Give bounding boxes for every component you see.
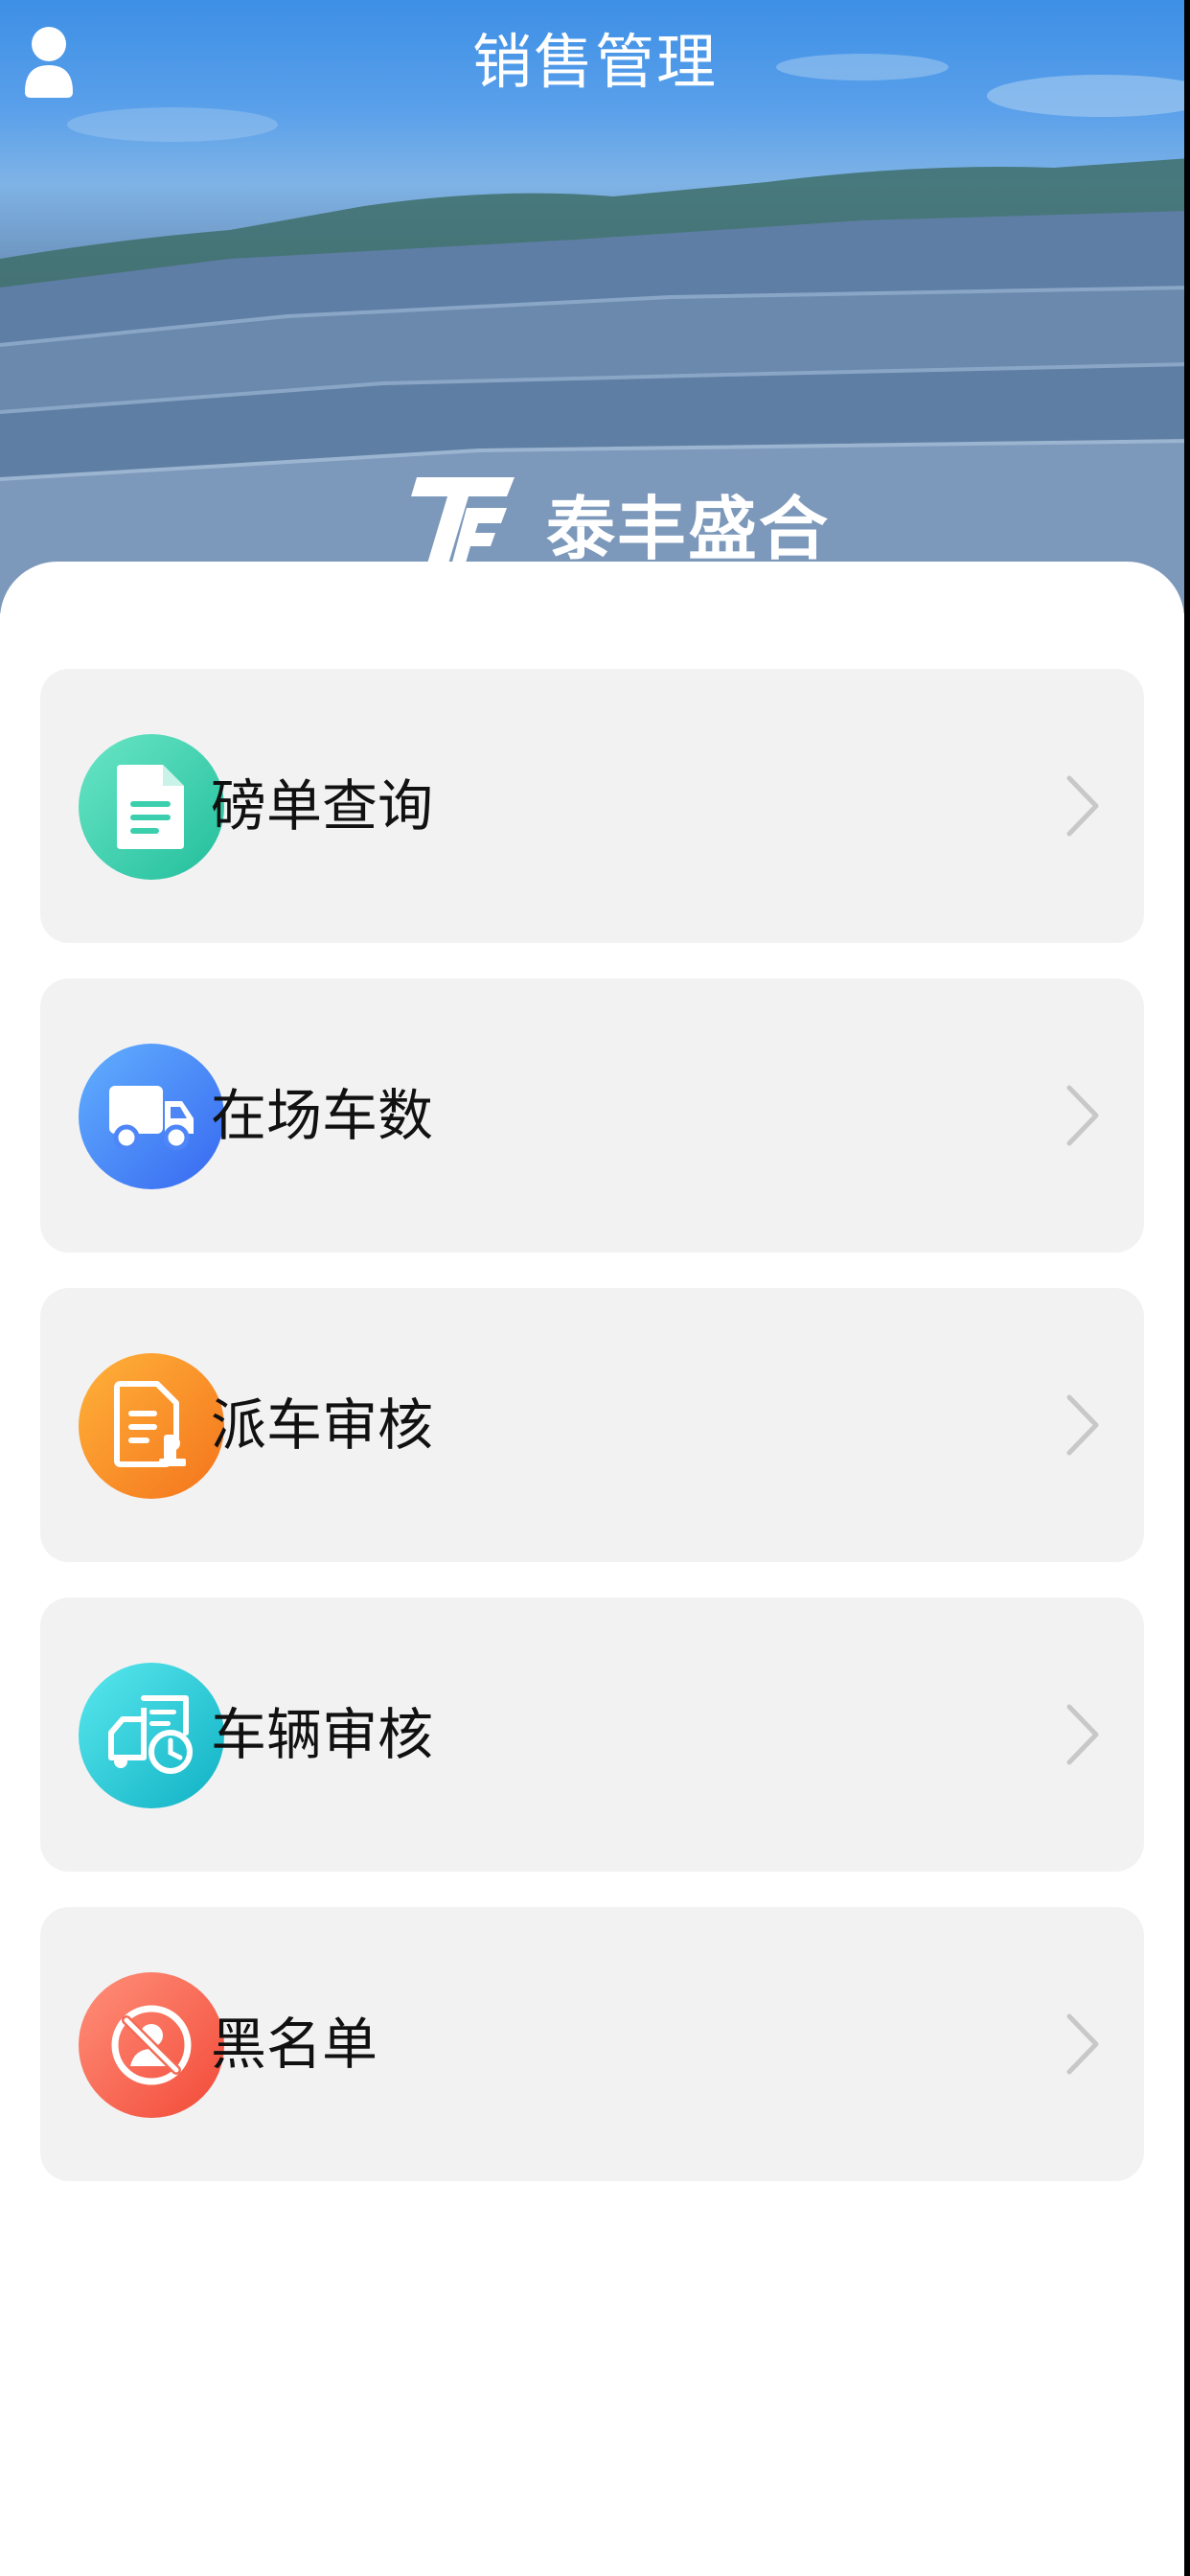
menu-item-weigh-ticket-query[interactable]: 磅单查询 <box>40 669 1144 943</box>
menu-item-vehicle-review[interactable]: 车辆审核 <box>40 1598 1144 1872</box>
truck-clock-icon <box>79 1663 224 1808</box>
brand-logo-icon <box>411 477 515 573</box>
content-panel: 磅单查询 在场车数 派车审核 车辆审核 黑名单 <box>0 562 1184 2576</box>
menu-item-dispatch-review[interactable]: 派车审核 <box>40 1288 1144 1562</box>
menu-item-label: 磅单查询 <box>211 773 434 839</box>
menu-item-label: 黑名单 <box>211 2012 378 2077</box>
header-banner: 销售管理 泰丰盛合 <box>0 0 1190 613</box>
stamp-document-icon <box>79 1353 224 1499</box>
menu-item-label: 派车审核 <box>211 1392 434 1458</box>
screen-edge-divider <box>1184 0 1190 2576</box>
chevron-right-icon <box>1066 1704 1099 1765</box>
menu-item-vehicles-on-site[interactable]: 在场车数 <box>40 978 1144 1253</box>
menu-item-label: 车辆审核 <box>211 1702 434 1767</box>
page-title: 销售管理 <box>471 27 718 97</box>
menu-item-blacklist[interactable]: 黑名单 <box>40 1907 1144 2181</box>
document-icon <box>79 734 224 880</box>
chevron-right-icon <box>1066 775 1099 837</box>
sales-management-screen: 销售管理 泰丰盛合 磅单查询 在场车数 派车审核 车辆审核 黑名单 <box>0 0 1190 2576</box>
truck-icon <box>79 1044 224 1189</box>
chevron-right-icon <box>1066 1085 1099 1146</box>
menu-item-label: 在场车数 <box>211 1083 434 1148</box>
brand: 泰丰盛合 <box>407 470 830 575</box>
chevron-right-icon <box>1066 2013 1099 2075</box>
blocked-user-icon <box>79 1972 224 2118</box>
brand-name: 泰丰盛合 <box>546 488 831 569</box>
chevron-right-icon <box>1066 1394 1099 1456</box>
